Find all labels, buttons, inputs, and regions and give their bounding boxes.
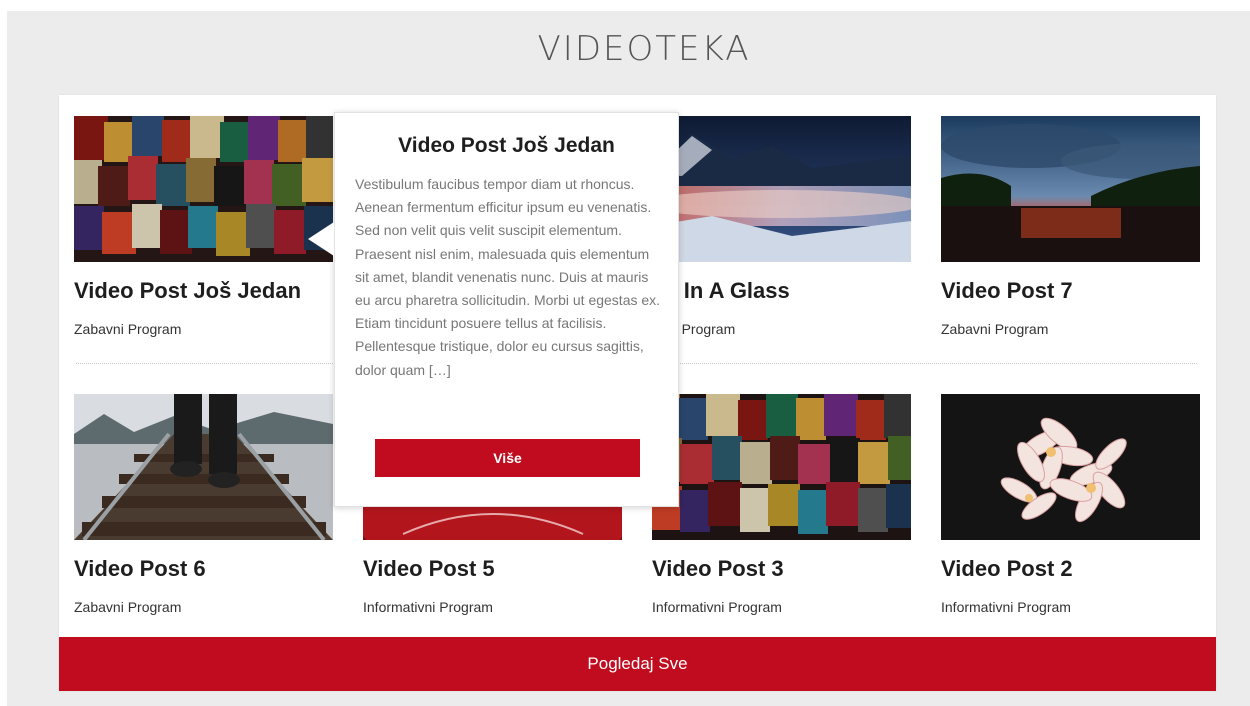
video-category[interactable]: Informativni Program [652,599,782,615]
video-title[interactable]: Video Post 5 [363,556,663,582]
video-title[interactable]: Video Post 6 [74,556,374,582]
popover-title[interactable]: Video Post Još Jedan [335,134,678,158]
video-thumbnail-movie-posters[interactable] [652,394,911,540]
video-thumbnail-lake-sunset[interactable] [941,116,1200,262]
video-title[interactable]: Video Post 3 [652,556,952,582]
video-item[interactable]: Video Post 6 Zabavni Program [74,394,333,615]
video-title[interactable]: Video Post 2 [941,556,1241,582]
video-item[interactable]: Video Post Još Jedan Zabavni Program [74,116,333,337]
video-thumbnail-plumeria-flowers[interactable] [941,394,1200,540]
popover-excerpt: Vestibulum faucibus tempor diam ut rhonc… [355,176,661,378]
video-item[interactable]: Video Post 3 Informativni Program [652,394,911,615]
video-thumbnail-movie-posters[interactable] [74,116,333,262]
video-title[interactable]: Video Post Još Jedan [74,278,374,304]
video-category[interactable]: Zabavni Program [74,321,181,337]
video-category[interactable]: Informativni Program [941,599,1071,615]
video-title[interactable]: Video Post 7 [941,278,1241,304]
video-item[interactable]: Video Post 2 Informativni Program [941,394,1200,615]
section-title: VIDEOTEKA [537,29,751,69]
video-title[interactable]: sh In A Glass [652,278,952,304]
video-thumbnail-mountain-clouds[interactable] [652,116,911,262]
more-button[interactable]: Više [375,439,640,477]
video-item[interactable]: sh In A Glass avni Program [652,116,911,337]
video-category[interactable]: Zabavni Program [941,321,1048,337]
popover-arrow [308,222,334,256]
video-thumbnail-railway-feet[interactable] [74,394,333,540]
video-preview-popover: Video Post Još Jedan Vestibulum faucibus… [334,112,679,507]
video-item[interactable]: Video Post 7 Zabavni Program [941,116,1200,337]
view-all-button[interactable]: Pogledaj Sve [59,637,1216,691]
video-category[interactable]: Informativni Program [363,599,493,615]
video-category[interactable]: Zabavni Program [74,599,181,615]
